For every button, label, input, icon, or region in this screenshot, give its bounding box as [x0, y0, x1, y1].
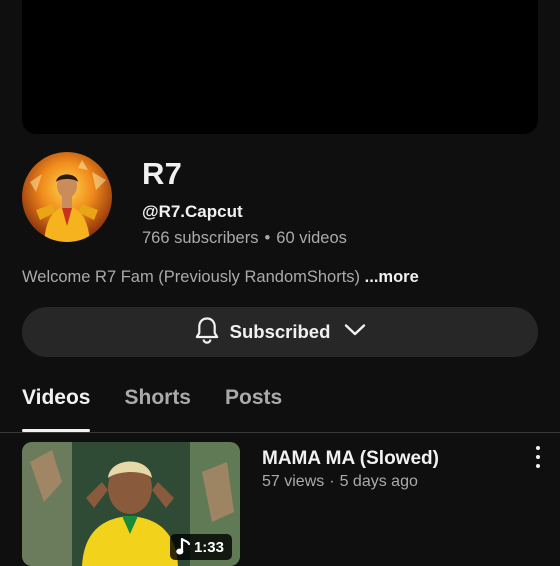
channel-description[interactable]: Welcome R7 Fam (Previously RandomShorts)… — [22, 268, 419, 287]
tab-posts[interactable]: Posts — [225, 386, 282, 432]
video-title[interactable]: MAMA MA (Slowed) — [262, 448, 439, 470]
subscriber-count: 766 subscribers — [142, 229, 259, 247]
kebab-dot — [536, 455, 540, 459]
video-options-button[interactable] — [530, 446, 546, 468]
more-link[interactable]: ...more — [365, 268, 419, 286]
kebab-dot — [536, 446, 540, 450]
chevron-down-icon — [344, 323, 366, 342]
channel-banner — [22, 0, 538, 134]
video-views: 57 views — [262, 473, 325, 490]
subscribed-label: Subscribed — [229, 321, 331, 342]
channel-name: R7 — [142, 156, 183, 191]
channel-tabs: Videos Shorts Posts — [22, 386, 316, 432]
kebab-dot — [536, 464, 540, 468]
video-meta: 57 views · 5 days ago — [262, 473, 418, 491]
channel-handle: @R7.Capcut — [142, 202, 243, 221]
video-thumbnail[interactable]: 1:33 — [22, 442, 240, 566]
channel-avatar[interactable] — [22, 152, 112, 242]
subscribed-button[interactable]: Subscribed — [22, 307, 538, 357]
avatar-image — [22, 152, 112, 242]
video-duration-badge: 1:33 — [169, 534, 232, 560]
channel-stats: 766 subscribers • 60 videos — [142, 229, 347, 248]
stats-separator: • — [264, 229, 271, 247]
video-count: 60 videos — [276, 229, 347, 247]
tabs-divider — [0, 432, 560, 433]
tab-shorts[interactable]: Shorts — [124, 386, 191, 432]
bell-icon — [194, 316, 220, 349]
video-age: 5 days ago — [339, 473, 418, 490]
description-text: Welcome R7 Fam (Previously RandomShorts) — [22, 268, 361, 286]
meta-separator: · — [329, 473, 335, 490]
duration-text: 1:33 — [193, 538, 224, 556]
tab-videos[interactable]: Videos — [22, 386, 91, 432]
video-list-item[interactable]: 1:33 MAMA MA (Slowed) 57 views · 5 days ag… — [0, 442, 560, 566]
music-note-icon — [176, 538, 190, 556]
